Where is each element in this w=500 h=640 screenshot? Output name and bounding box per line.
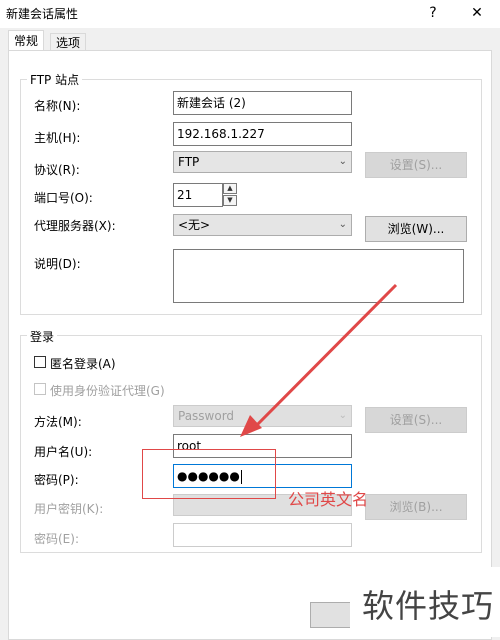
annotation-layer [240, 283, 398, 437]
annotation-label: 公司英文名 [288, 490, 369, 509]
watermark: 软件技巧 [361, 587, 494, 625]
annotation-arrow [253, 283, 398, 429]
annotation-arrow-head [240, 415, 262, 437]
annotation-box [142, 449, 276, 499]
